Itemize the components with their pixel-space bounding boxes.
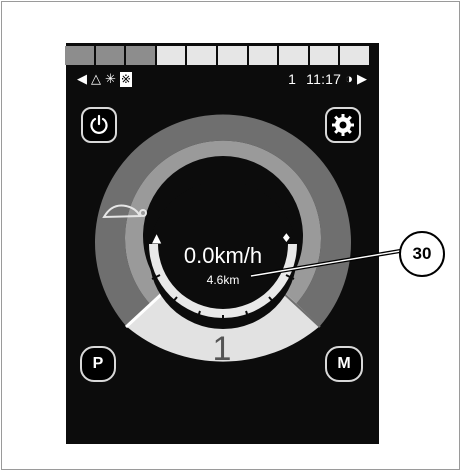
speed-setting: 1 — [213, 330, 232, 368]
speed-dial: ▲ ♦ 0.0km/h 4.6km 1 — [95, 114, 401, 368]
hare-icon: ♦ — [281, 231, 292, 245]
odometer-readout: 4.6km — [207, 273, 240, 287]
callout-label: 30 — [399, 231, 445, 277]
speed-readout: 0.0km/h — [184, 243, 262, 268]
turtle-small-icon: ▲ — [152, 231, 162, 245]
